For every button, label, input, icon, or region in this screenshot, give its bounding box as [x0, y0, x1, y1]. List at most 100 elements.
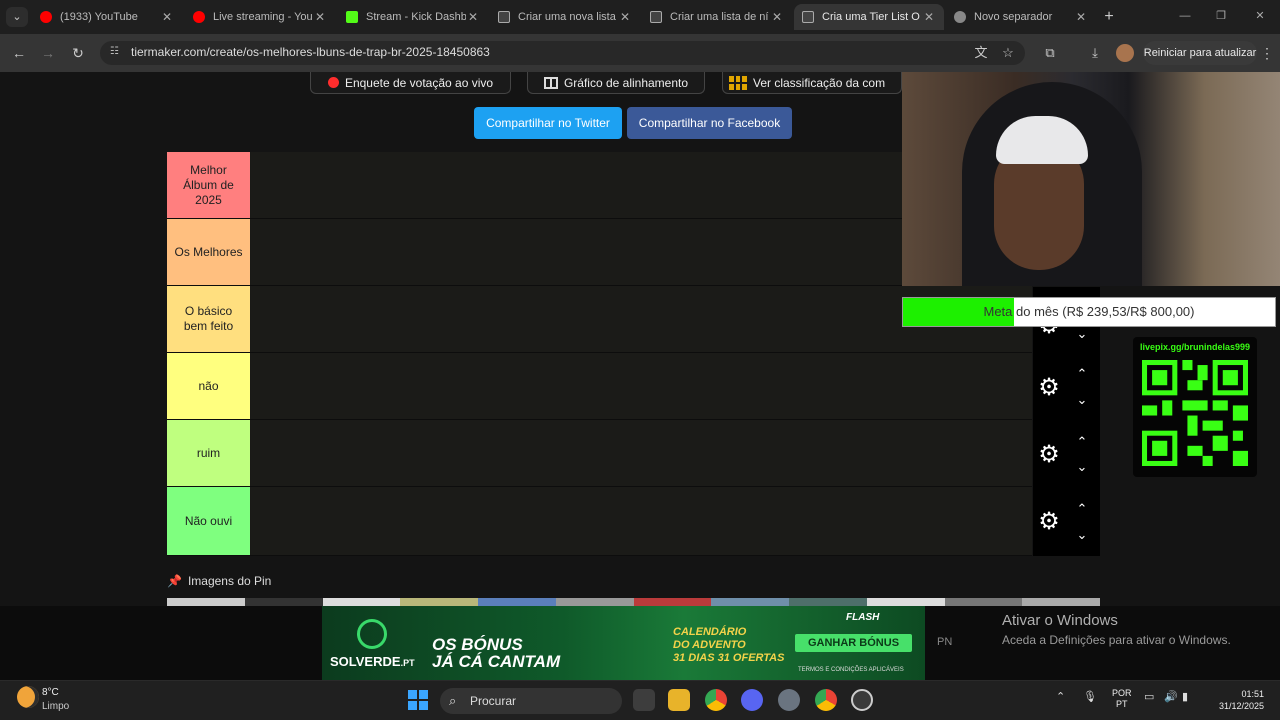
weather-desc[interactable]: Limpo	[42, 701, 69, 712]
tab-title: Criar uma nova lista	[518, 11, 616, 23]
windows-start-icon[interactable]	[408, 690, 428, 710]
volume-icon[interactable]: 🔊	[1164, 690, 1178, 703]
tier-label[interactable]: Melhor Álbum de 2025	[167, 152, 250, 218]
obs-icon[interactable]	[851, 689, 873, 711]
clock-date: 31/12/2025	[1218, 701, 1264, 711]
chevron-down-icon[interactable]: ⌄	[1074, 327, 1090, 340]
search-icon: ⌕	[449, 693, 457, 708]
ad-terms: TERMOS E CONDIÇÕES APLICÁVEIS	[798, 667, 904, 673]
close-icon[interactable]: ✕	[618, 10, 632, 24]
squares-icon	[729, 75, 747, 90]
chevron-up-icon[interactable]: ⌃	[1074, 367, 1090, 380]
pin-icon: 📌	[167, 574, 182, 588]
tray-overflow-icon[interactable]: ⌃	[1056, 690, 1065, 703]
settings-gear-icon[interactable]	[778, 689, 800, 711]
solverde-logo-icon	[357, 619, 387, 649]
maximize-button[interactable]: ❐	[1206, 6, 1236, 26]
file-explorer-icon[interactable]	[668, 689, 690, 711]
tier-drop-zone[interactable]	[251, 487, 1032, 555]
menu-icon[interactable]: ⋮	[1260, 44, 1274, 62]
tier-label[interactable]: ruim	[167, 420, 250, 486]
tier-label[interactable]: Os Melhores	[167, 219, 250, 285]
chevron-up-icon[interactable]: ⌃	[1074, 435, 1090, 448]
tab-tier-list-active[interactable]: Cria uma Tier List O ✕	[794, 4, 944, 30]
chevron-down-icon[interactable]: ⌄	[1074, 528, 1090, 541]
tier-drop-zone[interactable]	[251, 420, 1032, 486]
tab-title: Criar uma lista de ní	[670, 11, 769, 23]
close-icon[interactable]: ✕	[1074, 10, 1088, 24]
tab-search-button[interactable]: ⌄	[6, 7, 28, 27]
ad-calendar: CALENDÁRIO DO ADVENTO	[673, 626, 746, 652]
language-indicator[interactable]: POR PT	[1112, 688, 1132, 710]
pinned-images-title: Imagens do Pin	[187, 574, 272, 588]
task-view-icon[interactable]	[633, 689, 655, 711]
ad-cta-button[interactable]: GANHAR BÓNUS	[795, 634, 912, 652]
system-clock[interactable]: 01:51 31/12/2025	[1198, 688, 1264, 712]
back-button[interactable]: ←	[10, 44, 28, 62]
clock-time: 01:51	[1241, 689, 1264, 699]
tier-drop-zone[interactable]	[251, 353, 1032, 419]
minimize-button[interactable]: —	[1170, 6, 1200, 26]
close-icon[interactable]: ✕	[466, 10, 480, 24]
reload-button[interactable]: ↻	[69, 44, 87, 62]
tab-live-streaming[interactable]: Live streaming - You ✕	[185, 4, 335, 30]
tier-row: ruim	[167, 420, 1032, 487]
record-dot-icon	[327, 77, 339, 88]
ad-brand-name: SOLVERDE	[330, 654, 401, 669]
tier-label[interactable]: Não ouvi	[167, 487, 250, 555]
close-icon[interactable]: ✕	[160, 10, 174, 24]
youtube-icon	[40, 11, 52, 23]
new-tab-button[interactable]: +	[1100, 7, 1118, 27]
close-icon[interactable]: ✕	[922, 10, 936, 24]
chevron-up-icon[interactable]: ⌃	[1074, 502, 1090, 515]
download-icon[interactable]: ⤓	[1086, 44, 1104, 62]
tab-youtube[interactable]: (1933) YouTube ✕	[32, 4, 182, 30]
gear-icon[interactable]: ⚙	[1037, 376, 1061, 400]
gear-icon[interactable]: ⚙	[1037, 510, 1061, 534]
bookmark-star-icon[interactable]: ☆	[999, 44, 1017, 62]
weather-moon-icon[interactable]	[17, 686, 39, 708]
monthly-goal-bar: Meta do mês (R$ 239,53/R$ 800,00)	[902, 297, 1276, 327]
close-window-button[interactable]: ✕	[1245, 6, 1275, 26]
microphone-icon[interactable]: 🎙	[1083, 690, 1097, 703]
profile-avatar[interactable]	[1116, 44, 1134, 62]
relaunch-button[interactable]: Reiniciar para atualizar	[1143, 41, 1257, 65]
share-twitter-button[interactable]: Compartilhar no Twitter	[474, 107, 622, 139]
close-icon[interactable]: ✕	[770, 10, 784, 24]
activate-windows-subtitle: Aceda a Definições para ativar o Windows…	[1002, 633, 1231, 647]
alignment-chart-button[interactable]: Gráfico de alinhamento	[527, 72, 705, 94]
tab-criar-lista-niveis[interactable]: Criar uma lista de ní ✕	[642, 4, 792, 30]
chrome-taskbar-icon[interactable]	[705, 689, 727, 711]
chevron-down-icon[interactable]: ⌄	[1074, 460, 1090, 473]
view-ranking-button[interactable]: Ver classificação da com	[722, 72, 902, 94]
site-info-icon[interactable]: ☷	[110, 46, 122, 58]
share-facebook-button[interactable]: Compartilhar no Facebook	[627, 107, 792, 139]
url-text[interactable]: tiermaker.com/create/os-melhores-lbuns-d…	[131, 45, 490, 59]
ad-calendar-2: DO ADVENTO	[673, 639, 746, 651]
live-poll-button[interactable]: Enquete de votação ao vivo	[310, 72, 511, 94]
tab-kick-dashboard[interactable]: Stream - Kick Dashb ✕	[338, 4, 488, 30]
extensions-icon[interactable]: ⧉	[1041, 44, 1059, 62]
tab-novo-separador[interactable]: Novo separador ✕	[946, 4, 1096, 30]
translate-icon[interactable]: 文	[972, 44, 990, 62]
tab-title: Live streaming - You	[213, 11, 313, 23]
tab-criar-nova-lista[interactable]: Criar uma nova lista ✕	[490, 4, 640, 30]
live-poll-label: Enquete de votação ao vivo	[344, 75, 494, 90]
forward-button[interactable]: →	[39, 44, 57, 62]
chevron-down-icon[interactable]: ⌄	[1074, 393, 1090, 406]
tab-title: (1933) YouTube	[60, 11, 138, 23]
weather-temp[interactable]: 8°C	[42, 687, 59, 698]
gear-icon[interactable]: ⚙	[1037, 443, 1061, 467]
tier-label[interactable]: O básico bem feito	[167, 286, 250, 352]
network-icon[interactable]: ▭	[1144, 690, 1154, 703]
discord-icon[interactable]	[741, 689, 763, 711]
kick-icon	[346, 11, 358, 23]
chrome-profile-icon[interactable]	[815, 689, 837, 711]
tier-row: não	[167, 353, 1032, 420]
taskbar-search[interactable]	[440, 688, 622, 714]
battery-icon[interactable]: ▮	[1182, 690, 1188, 703]
tier-label[interactable]: não	[167, 353, 250, 419]
lang-line-1: POR	[1112, 688, 1132, 698]
close-icon[interactable]: ✕	[313, 10, 327, 24]
alignment-chart-label: Gráfico de alinhamento	[563, 75, 689, 90]
